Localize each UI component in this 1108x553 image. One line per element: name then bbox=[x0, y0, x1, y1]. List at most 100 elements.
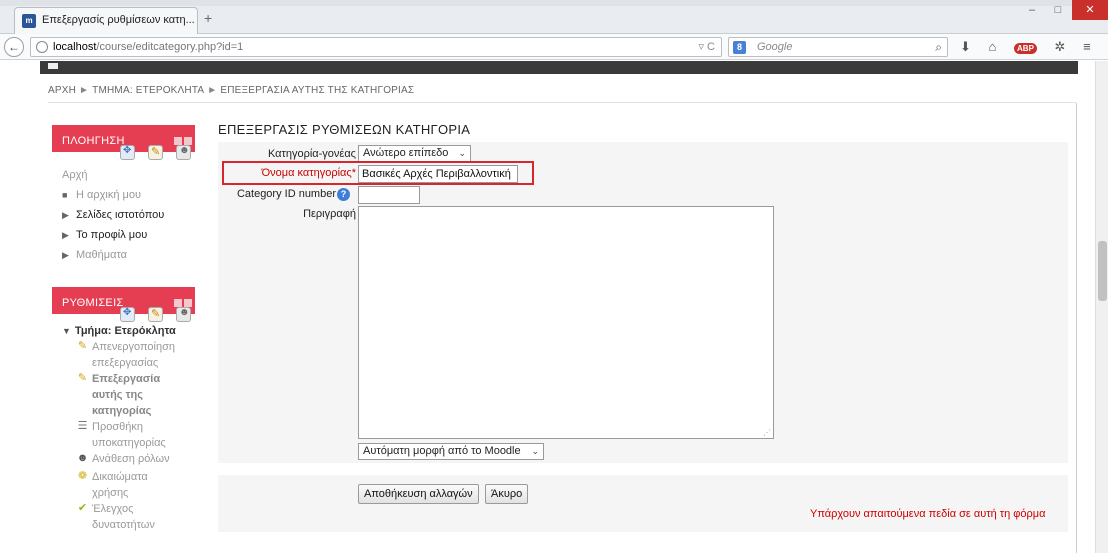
nav-item-home[interactable]: Αρχή bbox=[62, 169, 88, 181]
settings-item-line: Προσθήκη bbox=[92, 421, 143, 433]
chevron-down-icon: ⌄ bbox=[458, 148, 466, 158]
toolbar-icons: ⬇ ⌂ ABP ✲ ≡ bbox=[960, 39, 1105, 55]
expand-arrow-icon[interactable]: ▶ bbox=[62, 250, 72, 261]
reload-icon[interactable]: C bbox=[707, 41, 715, 53]
dock-icon[interactable] bbox=[174, 137, 182, 145]
list-icon: ☰ bbox=[77, 420, 88, 432]
pencil-icon: ✎ bbox=[77, 372, 88, 384]
save-changes-button[interactable]: Αποθήκευση αλλαγών bbox=[358, 484, 479, 504]
nav-item-my-home[interactable]: ■ Η αρχική μου bbox=[62, 189, 141, 201]
settings-item-line: Απενεργοποίηση bbox=[92, 341, 175, 353]
settings-item-turn-editing-off[interactable]: ✎ Απενεργοποίηση επεξεργασίας bbox=[76, 339, 175, 371]
site-top-bar bbox=[40, 61, 1078, 74]
home-icon[interactable]: ⌂ bbox=[989, 39, 997, 54]
dock-icon[interactable] bbox=[174, 299, 182, 307]
page-content: ΑΡΧΗ ► ΤΜΗΜΑ: ΕΤΕΡΟΚΛΗΤΑ ► ΕΠΕΞΕΡΓΑΣΙΑ ΑΥΤΗΣ… bbox=[0, 61, 1108, 553]
required-asterisk: * bbox=[351, 167, 356, 179]
settings-item-line: επεξεργασίας bbox=[92, 357, 159, 369]
page-scrollbar[interactable] bbox=[1095, 61, 1108, 553]
settings-item-line: αυτής της bbox=[92, 389, 143, 401]
scrollbar-thumb[interactable] bbox=[1098, 241, 1107, 301]
download-icon[interactable]: ⬇ bbox=[960, 39, 971, 54]
search-placeholder: Google bbox=[757, 41, 793, 53]
assign-roles-icon[interactable] bbox=[176, 145, 191, 160]
nav-item-label: Αρχή bbox=[62, 169, 88, 181]
breadcrumb-home[interactable]: ΑΡΧΗ bbox=[48, 85, 76, 96]
form-gap bbox=[218, 463, 1068, 475]
format-select[interactable]: Αυτόματη μορφή από το Moodle ⌄ bbox=[358, 443, 544, 460]
settings-item-permissions[interactable]: ❁ Δικαιώματα χρήσης bbox=[76, 469, 148, 501]
breadcrumb-divider bbox=[48, 102, 1076, 103]
breadcrumb: ΑΡΧΗ ► ΤΜΗΜΑ: ΕΤΕΡΟΚΛΗΤΑ ► ΕΠΕΞΕΡΓΑΣΙΑ ΑΥΤΗΣ… bbox=[48, 85, 414, 96]
parent-category-label: Κατηγορία-γονέας bbox=[267, 148, 356, 160]
category-name-label: Όνομα κατηγορίας* bbox=[262, 167, 356, 179]
collapse-arrow-icon[interactable]: ▼ bbox=[62, 326, 71, 336]
format-value: Αυτόματη μορφή από το Moodle bbox=[363, 445, 521, 457]
page-title: ΕΠΕΞΕΡΓΑΣΙΣ ΡΥΘΜΙΣΕΩΝ ΚΑΤΗΓΟΡΙΑ bbox=[218, 122, 471, 137]
settings-item-line: Δικαιώματα bbox=[92, 471, 148, 483]
back-arrow-icon: ← bbox=[8, 40, 20, 54]
new-tab-button[interactable]: + bbox=[204, 10, 212, 26]
breadcrumb-category[interactable]: ΤΜΗΜΑ: ΕΤΕΡΟΚΛΗΤΑ bbox=[92, 85, 204, 96]
breadcrumb-current: ΕΠΕΞΕΡΓΑΣΙΑ ΑΥΤΗΣ ΤΗΣ ΚΑΤΗΓΟΡΙΑΣ bbox=[220, 85, 415, 96]
browser-tab[interactable]: m Επεξεργασίς ρυθμίσεων κατη... bbox=[14, 7, 198, 34]
search-bar[interactable]: 8 Google ⌕ bbox=[728, 37, 948, 57]
settings-item-line: κατηγορίας bbox=[92, 405, 152, 417]
search-engine-icon[interactable]: 8 bbox=[733, 41, 746, 54]
nav-item-label: Σελίδες ιστοτόπου bbox=[76, 209, 165, 221]
collapse-icon[interactable] bbox=[184, 137, 192, 145]
bullet-icon: ■ bbox=[62, 190, 68, 200]
check-icon: ✔ bbox=[77, 502, 88, 514]
tab-title: Επεξεργασίς ρυθμίσεων κατη... bbox=[42, 14, 195, 26]
moodle-favicon-icon: m bbox=[22, 14, 36, 28]
description-textarea[interactable]: ⋰ bbox=[358, 206, 774, 439]
category-id-number-field[interactable] bbox=[358, 186, 420, 204]
nav-item-site-pages[interactable]: ▶ Σελίδες ιστοτόπου bbox=[62, 209, 164, 221]
settings-item-line: Ανάθεση ρόλων bbox=[92, 453, 170, 465]
titlebar-strip bbox=[0, 0, 1108, 6]
assign-roles-icon[interactable] bbox=[176, 307, 191, 322]
globe-icon bbox=[36, 41, 48, 53]
help-icon[interactable]: ? bbox=[337, 188, 350, 201]
settings-item-add-subcategory[interactable]: ☰ Προσθήκη υποκατηγορίας bbox=[76, 419, 166, 451]
expand-arrow-icon[interactable]: ▶ bbox=[62, 230, 72, 241]
settings-item-assign-roles[interactable]: ☻ Ανάθεση ρόλων bbox=[76, 451, 170, 467]
settings-section-title[interactable]: ▼ Τμήμα: Ετερόκλητα bbox=[62, 323, 176, 339]
settings-item-edit-category[interactable]: ✎ Επεξεργασία αυτής της κατηγορίας bbox=[76, 371, 160, 419]
parent-category-value: Ανώτερο επίπεδο bbox=[363, 147, 449, 159]
cancel-button[interactable]: Άκυρο bbox=[485, 484, 529, 504]
nav-item-label: Η αρχική μου bbox=[76, 189, 141, 201]
collapse-icon[interactable] bbox=[184, 299, 192, 307]
url-bar[interactable]: localhost/course/editcategory.php?id=1 ▿… bbox=[30, 37, 722, 57]
adblock-icon[interactable]: ABP bbox=[1014, 43, 1037, 54]
menu-icon[interactable]: ≡ bbox=[1083, 39, 1091, 54]
expand-arrow-icon[interactable]: ▶ bbox=[62, 210, 72, 221]
nav-item-courses[interactable]: ▶ Μαθήματα bbox=[62, 249, 127, 261]
extension-icon[interactable]: ✲ bbox=[1055, 39, 1066, 54]
browser-navbar: ← localhost/course/editcategory.php?id=1… bbox=[0, 34, 1108, 60]
settings-item-check-permissions[interactable]: ✔ Έλεγχος δυνατοτήτων bbox=[76, 501, 155, 533]
settings-block-title: ΡΥΘΜΙΣΕΙΣ bbox=[62, 297, 124, 309]
maximize-button[interactable]: □ bbox=[1044, 0, 1072, 20]
url-bar-icons: ▿ C bbox=[698, 40, 715, 53]
parent-category-select[interactable]: Ανώτερο επίπεδο ⌄ bbox=[358, 145, 471, 162]
nav-item-my-profile[interactable]: ▶ Το προφίλ μου bbox=[62, 229, 147, 241]
breadcrumb-separator: ► bbox=[207, 85, 218, 96]
site-logo-mark bbox=[48, 63, 58, 69]
nav-item-label: Μαθήματα bbox=[76, 249, 128, 261]
move-icon[interactable] bbox=[120, 145, 135, 160]
back-button[interactable]: ← bbox=[4, 37, 24, 57]
resize-handle-icon[interactable]: ⋰ bbox=[763, 428, 771, 437]
url-host: localhost bbox=[53, 41, 97, 53]
dropdown-arrow-icon[interactable]: ▿ bbox=[698, 41, 704, 53]
category-name-field[interactable]: Βασικές Αρχές Περιβαλλοντική bbox=[358, 165, 518, 183]
close-window-button[interactable]: ✕ bbox=[1072, 0, 1108, 20]
edit-icon[interactable] bbox=[148, 307, 163, 322]
description-label: Περιγραφή bbox=[303, 208, 356, 220]
move-icon[interactable] bbox=[120, 307, 135, 322]
minimize-button[interactable]: – bbox=[1018, 0, 1046, 20]
chevron-down-icon: ⌄ bbox=[531, 446, 539, 456]
edit-icon[interactable] bbox=[148, 145, 163, 160]
settings-item-line: Έλεγχος bbox=[92, 503, 134, 515]
search-icon[interactable]: ⌕ bbox=[935, 40, 942, 55]
